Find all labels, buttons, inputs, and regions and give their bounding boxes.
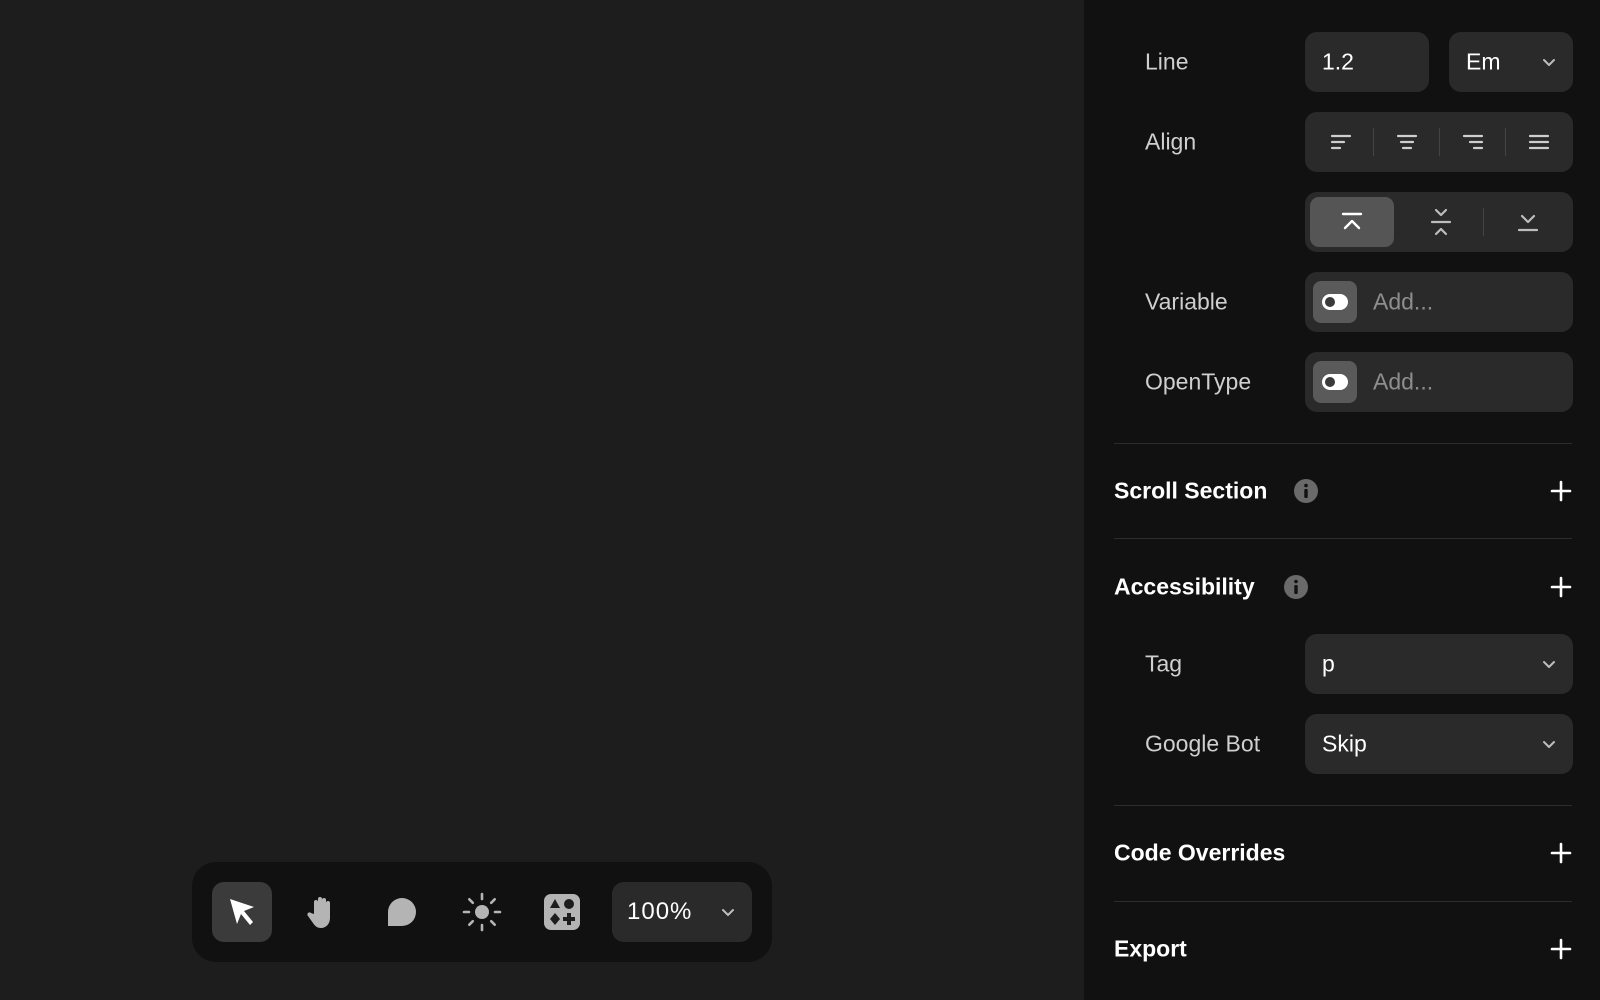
align-middle-button[interactable] <box>1400 197 1482 247</box>
tag-label: Tag <box>1145 650 1183 677</box>
scroll-section-header[interactable]: Scroll Section <box>1114 471 1572 511</box>
segment-divider <box>1439 128 1440 156</box>
variable-placeholder: Add... <box>1373 288 1434 315</box>
variable-row: Variable Add... <box>1084 272 1600 332</box>
accessibility-header[interactable]: Accessibility <box>1114 567 1572 607</box>
components-tool-button[interactable] <box>532 882 592 942</box>
variable-toggle[interactable] <box>1313 281 1357 323</box>
line-height-value: 1.2 <box>1322 48 1354 75</box>
align-top-button[interactable] <box>1310 197 1394 247</box>
zoom-value: 100% <box>627 898 693 925</box>
align-justify-button[interactable] <box>1509 117 1569 167</box>
chevron-down-icon <box>1543 661 1555 668</box>
pointer-tool-button[interactable] <box>212 882 272 942</box>
center-align-icon <box>1396 134 1418 150</box>
design-canvas[interactable]: 100% <box>0 0 1084 1000</box>
opentype-label: OpenType <box>1145 368 1252 395</box>
properties-panel: Line 1.2 Em Align Variable Add... OpenTy… <box>1084 0 1600 1000</box>
align-bottom-icon <box>1517 214 1539 232</box>
tag-value: p <box>1322 650 1335 677</box>
google-bot-value: Skip <box>1322 730 1367 757</box>
align-middle-icon <box>1430 208 1452 236</box>
components-icon <box>544 894 580 930</box>
segment-divider <box>1373 128 1374 156</box>
section-divider <box>1114 901 1572 902</box>
align-center-button[interactable] <box>1377 117 1437 167</box>
info-icon[interactable] <box>1294 479 1318 503</box>
align-top-icon <box>1341 212 1363 230</box>
export-title: Export <box>1114 935 1187 962</box>
line-height-row: Line 1.2 Em <box>1084 32 1600 92</box>
plus-icon[interactable] <box>1550 842 1572 864</box>
toggle-icon <box>1322 374 1348 390</box>
align-right-button[interactable] <box>1443 117 1503 167</box>
bottom-toolbar: 100% <box>192 862 772 962</box>
comment-tool-button[interactable] <box>372 882 432 942</box>
chevron-down-icon <box>722 909 734 916</box>
line-height-unit-dropdown[interactable]: Em <box>1449 32 1573 92</box>
theme-tool-button[interactable] <box>452 882 512 942</box>
line-height-label: Line <box>1145 48 1189 75</box>
code-overrides-header[interactable]: Code Overrides <box>1114 833 1572 873</box>
vertical-align-control <box>1305 192 1573 252</box>
chevron-down-icon <box>1543 741 1555 748</box>
hand-icon <box>307 897 330 928</box>
tag-dropdown[interactable]: p <box>1305 634 1573 694</box>
toggle-icon <box>1322 294 1348 310</box>
hand-tool-button[interactable] <box>292 882 352 942</box>
comment-icon <box>388 898 416 926</box>
scroll-section-title: Scroll Section <box>1114 477 1268 504</box>
left-align-icon <box>1330 134 1352 150</box>
section-divider <box>1114 443 1572 444</box>
line-height-unit: Em <box>1466 48 1501 75</box>
opentype-input[interactable]: Add... <box>1305 352 1573 412</box>
plus-icon[interactable] <box>1550 480 1572 502</box>
opentype-toggle[interactable] <box>1313 361 1357 403</box>
segment-divider <box>1483 208 1484 236</box>
chevron-down-icon <box>1543 59 1555 66</box>
variable-label: Variable <box>1145 288 1228 315</box>
right-align-icon <box>1462 134 1484 150</box>
line-height-input[interactable]: 1.2 <box>1305 32 1429 92</box>
align-bottom-button[interactable] <box>1487 197 1569 247</box>
text-align-control <box>1305 112 1573 172</box>
text-align-label: Align <box>1145 128 1197 155</box>
pointer-icon <box>230 899 254 925</box>
google-bot-row: Google Bot Skip <box>1084 714 1600 774</box>
segment-divider <box>1505 128 1506 156</box>
plus-icon[interactable] <box>1550 938 1572 960</box>
google-bot-label: Google Bot <box>1145 730 1261 757</box>
opentype-placeholder: Add... <box>1373 368 1434 395</box>
plus-icon[interactable] <box>1550 576 1572 598</box>
section-divider <box>1114 538 1572 539</box>
export-header[interactable]: Export <box>1114 929 1572 969</box>
text-align-row: Align <box>1084 112 1600 172</box>
info-icon[interactable] <box>1284 575 1308 599</box>
zoom-dropdown[interactable]: 100% <box>612 882 752 942</box>
section-divider <box>1114 805 1572 806</box>
sun-icon <box>462 892 502 932</box>
code-overrides-title: Code Overrides <box>1114 839 1286 866</box>
align-left-button[interactable] <box>1311 117 1371 167</box>
vertical-align-row <box>1084 192 1600 252</box>
justify-align-icon <box>1528 134 1550 150</box>
tag-row: Tag p <box>1084 634 1600 694</box>
accessibility-title: Accessibility <box>1114 573 1255 600</box>
google-bot-dropdown[interactable]: Skip <box>1305 714 1573 774</box>
variable-input[interactable]: Add... <box>1305 272 1573 332</box>
opentype-row: OpenType Add... <box>1084 352 1600 412</box>
